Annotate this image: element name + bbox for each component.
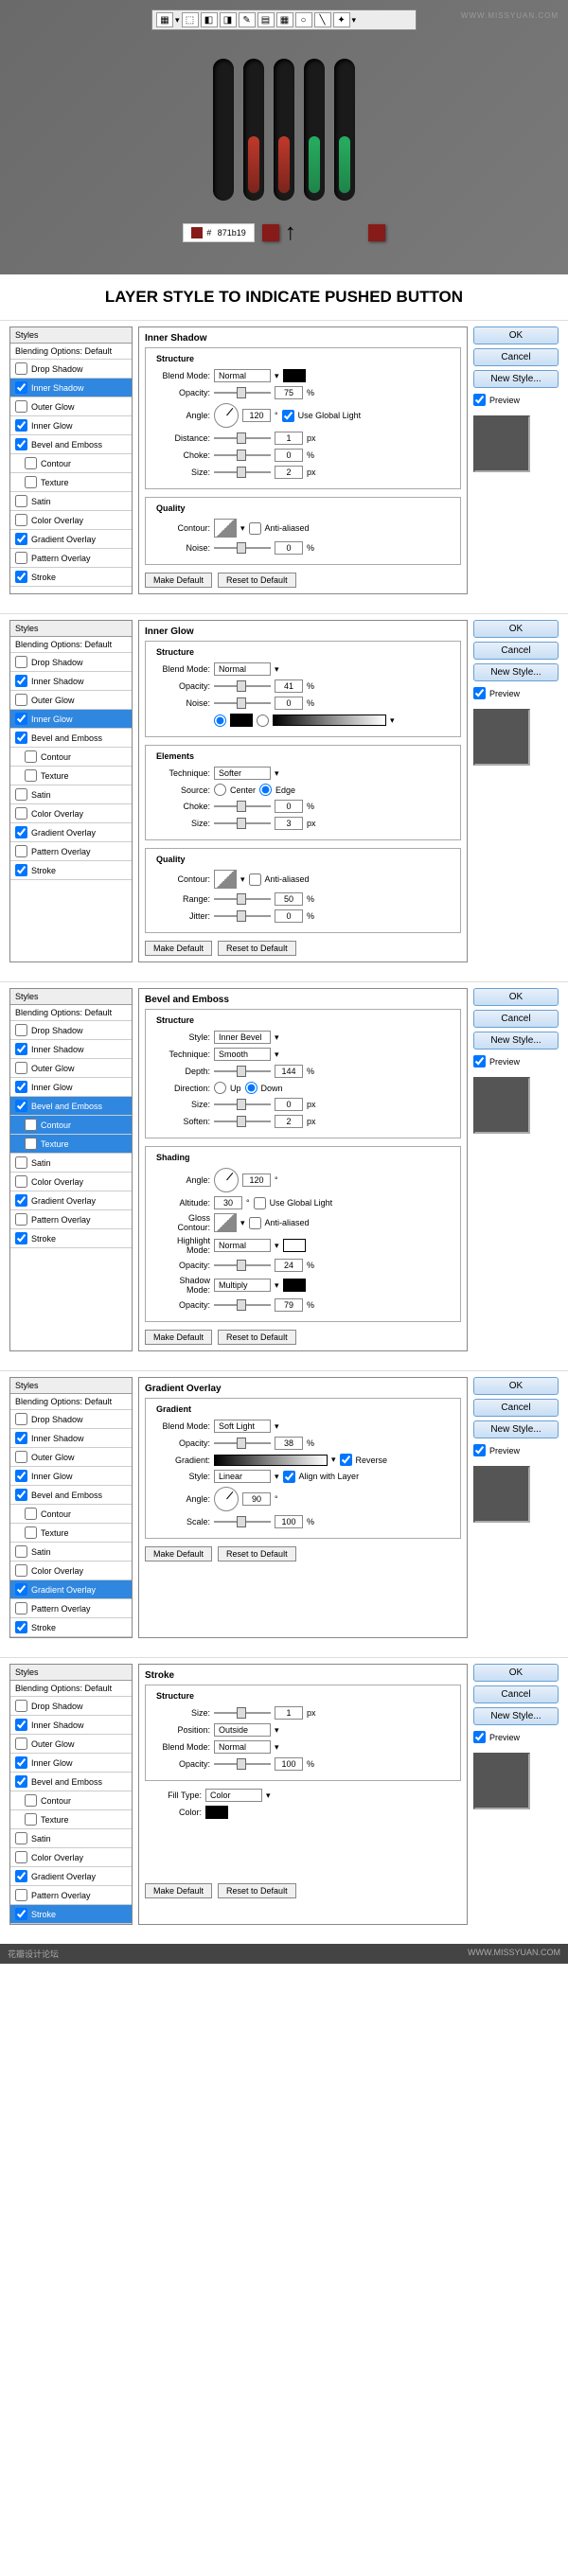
panel-title: Inner Shadow — [145, 333, 461, 344]
reset-button[interactable]: Reset to Default — [218, 573, 296, 588]
button-slot — [304, 59, 325, 201]
arrow-icon: ↑ — [285, 220, 296, 246]
tool-icon[interactable]: ◨ — [220, 12, 237, 27]
angle-dial[interactable] — [214, 403, 239, 428]
opacity-slider[interactable] — [214, 392, 271, 394]
tool-icon[interactable]: ✎ — [239, 12, 256, 27]
hex-display: # 871b19 — [183, 223, 255, 242]
page-title: LAYER STYLE TO INDICATE PUSHED BUTTON — [0, 274, 568, 320]
gradient-picker[interactable] — [273, 715, 386, 726]
contour-picker[interactable] — [214, 519, 237, 538]
button-slot — [243, 59, 264, 201]
button-slot — [274, 59, 294, 201]
sidebar-item-inner-glow[interactable]: Inner Glow — [10, 710, 132, 729]
tool-icon[interactable]: ▦ — [276, 12, 293, 27]
tool-icon[interactable]: ○ — [295, 12, 312, 27]
tool-icon[interactable]: ▦ — [156, 12, 173, 27]
preview-box — [473, 415, 530, 472]
tool-icon[interactable]: ⬚ — [182, 12, 199, 27]
watermark: WWW.MISSYUAN.COM — [461, 11, 559, 20]
sidebar-item-stroke[interactable]: Stroke — [10, 1905, 132, 1924]
sidebar-item-inner-shadow[interactable]: Inner Shadow — [10, 379, 132, 397]
styles-sidebar: Styles Blending Options: Default Drop Sh… — [9, 326, 133, 594]
toolbar: ▦▾ ⬚ ◧ ◨ ✎ ▤ ▦ ○ ╲ ✦▾ — [151, 9, 417, 30]
button-slot — [213, 59, 234, 201]
stroke-color-chip[interactable] — [205, 1806, 228, 1819]
new-style-button[interactable]: New Style... — [473, 370, 559, 388]
tool-icon[interactable]: ✦ — [333, 12, 350, 27]
red-swatch — [262, 224, 279, 241]
cancel-button[interactable]: Cancel — [473, 348, 559, 366]
ok-button[interactable]: OK — [473, 326, 559, 344]
make-default-button[interactable]: Make Default — [145, 573, 212, 588]
red-swatch — [368, 224, 385, 241]
color-chip[interactable] — [283, 369, 306, 382]
footer: 花瓣设计论坛WWW.MISSYUAN.COM — [0, 1944, 568, 1964]
blend-mode-select[interactable]: Normal — [214, 369, 271, 382]
tool-icon[interactable]: ╲ — [314, 12, 331, 27]
sidebar-item-gradient[interactable]: Gradient Overlay — [10, 1580, 132, 1599]
tool-icon[interactable]: ▤ — [257, 12, 275, 27]
tool-icon[interactable]: ◧ — [201, 12, 218, 27]
sidebar-item-bevel[interactable]: Bevel and Emboss — [10, 1097, 132, 1116]
button-slot — [334, 59, 355, 201]
